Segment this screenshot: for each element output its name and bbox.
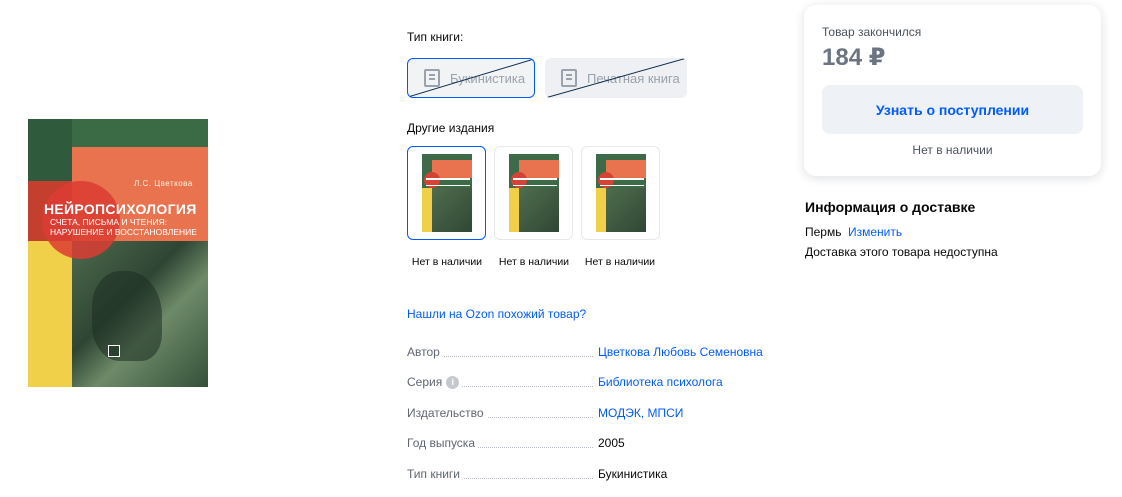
change-city-link[interactable]: Изменить xyxy=(848,225,902,239)
spec-row-series: Серия i Библиотека психолога xyxy=(407,375,787,391)
delivery-unavailable-note: Доставка этого товара недоступна xyxy=(805,245,998,259)
spec-key: Серия i xyxy=(407,375,463,389)
cover-photo xyxy=(72,241,208,387)
similar-product-link[interactable]: Нашли на Ozon похожий товар? xyxy=(407,307,586,321)
delivery-city: Пермь xyxy=(805,225,842,239)
spec-key: Год выпуска xyxy=(407,436,478,450)
spec-row-year: Год выпуска 2005 xyxy=(407,436,787,452)
cover-title: НЕЙРОПСИХОЛОГИЯ xyxy=(44,201,197,217)
spec-value-series-link[interactable]: Библиотека психолога xyxy=(598,375,723,389)
book-type-label: Тип книги: xyxy=(407,30,464,44)
book-type-used-button[interactable]: Букинистика xyxy=(407,58,535,98)
cover-author: Л.С. Цветкова xyxy=(134,179,193,188)
spec-key: Тип книги xyxy=(407,467,463,481)
notify-arrival-button[interactable]: Узнать о поступлении xyxy=(822,85,1083,134)
price: 184 ₽ xyxy=(822,44,886,71)
stock-status: Нет в наличии xyxy=(912,143,993,157)
spec-value-publisher-link[interactable]: МОДЭК, МПСИ xyxy=(598,406,683,420)
other-editions-label: Другие издания xyxy=(407,121,495,135)
edition-status: Нет в наличии xyxy=(411,256,483,268)
unavailable-strike-line xyxy=(408,59,534,97)
edition-status: Нет в наличии xyxy=(584,256,656,268)
book-cover-image[interactable]: Л.С. Цветкова НЕЙРОПСИХОЛОГИЯ Счета, пис… xyxy=(28,119,208,387)
spec-key: Автор xyxy=(407,345,443,359)
info-icon[interactable]: i xyxy=(446,375,460,389)
spec-value-year: 2005 xyxy=(598,436,625,450)
out-of-stock-status: Товар закончился xyxy=(822,25,922,39)
edition-card-3[interactable] xyxy=(581,146,660,240)
cover-green-block xyxy=(28,119,72,181)
spec-row-book-type: Тип книги Букинистика xyxy=(407,467,787,483)
spec-value-author-link[interactable]: Цветкова Любовь Семеновна xyxy=(598,345,763,359)
edition-thumbnail xyxy=(508,154,559,232)
cover-green-strip xyxy=(72,119,208,147)
edition-status: Нет в наличии xyxy=(498,256,570,268)
edition-card-2[interactable] xyxy=(494,146,573,240)
spec-value-book-type: Букинистика xyxy=(598,467,668,481)
delivery-info-title: Информация о доставке xyxy=(805,199,976,215)
book-type-printed-button[interactable]: Печатная книга xyxy=(545,58,687,98)
spec-row-author: Автор Цветкова Любовь Семеновна xyxy=(407,345,787,361)
unavailable-strike-line xyxy=(545,58,687,98)
publisher-logo-icon xyxy=(108,345,120,357)
edition-card-1[interactable] xyxy=(407,146,486,240)
edition-thumbnail xyxy=(421,154,472,232)
spec-key: Издательство xyxy=(407,406,487,420)
cover-yellow-block xyxy=(28,241,72,387)
price-card: Товар закончился 184 ₽ Узнать о поступле… xyxy=(804,5,1101,176)
spec-row-publisher: Издательство МОДЭК, МПСИ xyxy=(407,406,787,422)
edition-thumbnail xyxy=(595,154,646,232)
cover-subtitle: Счета, письма и чтения: нарушение и восс… xyxy=(50,217,197,237)
